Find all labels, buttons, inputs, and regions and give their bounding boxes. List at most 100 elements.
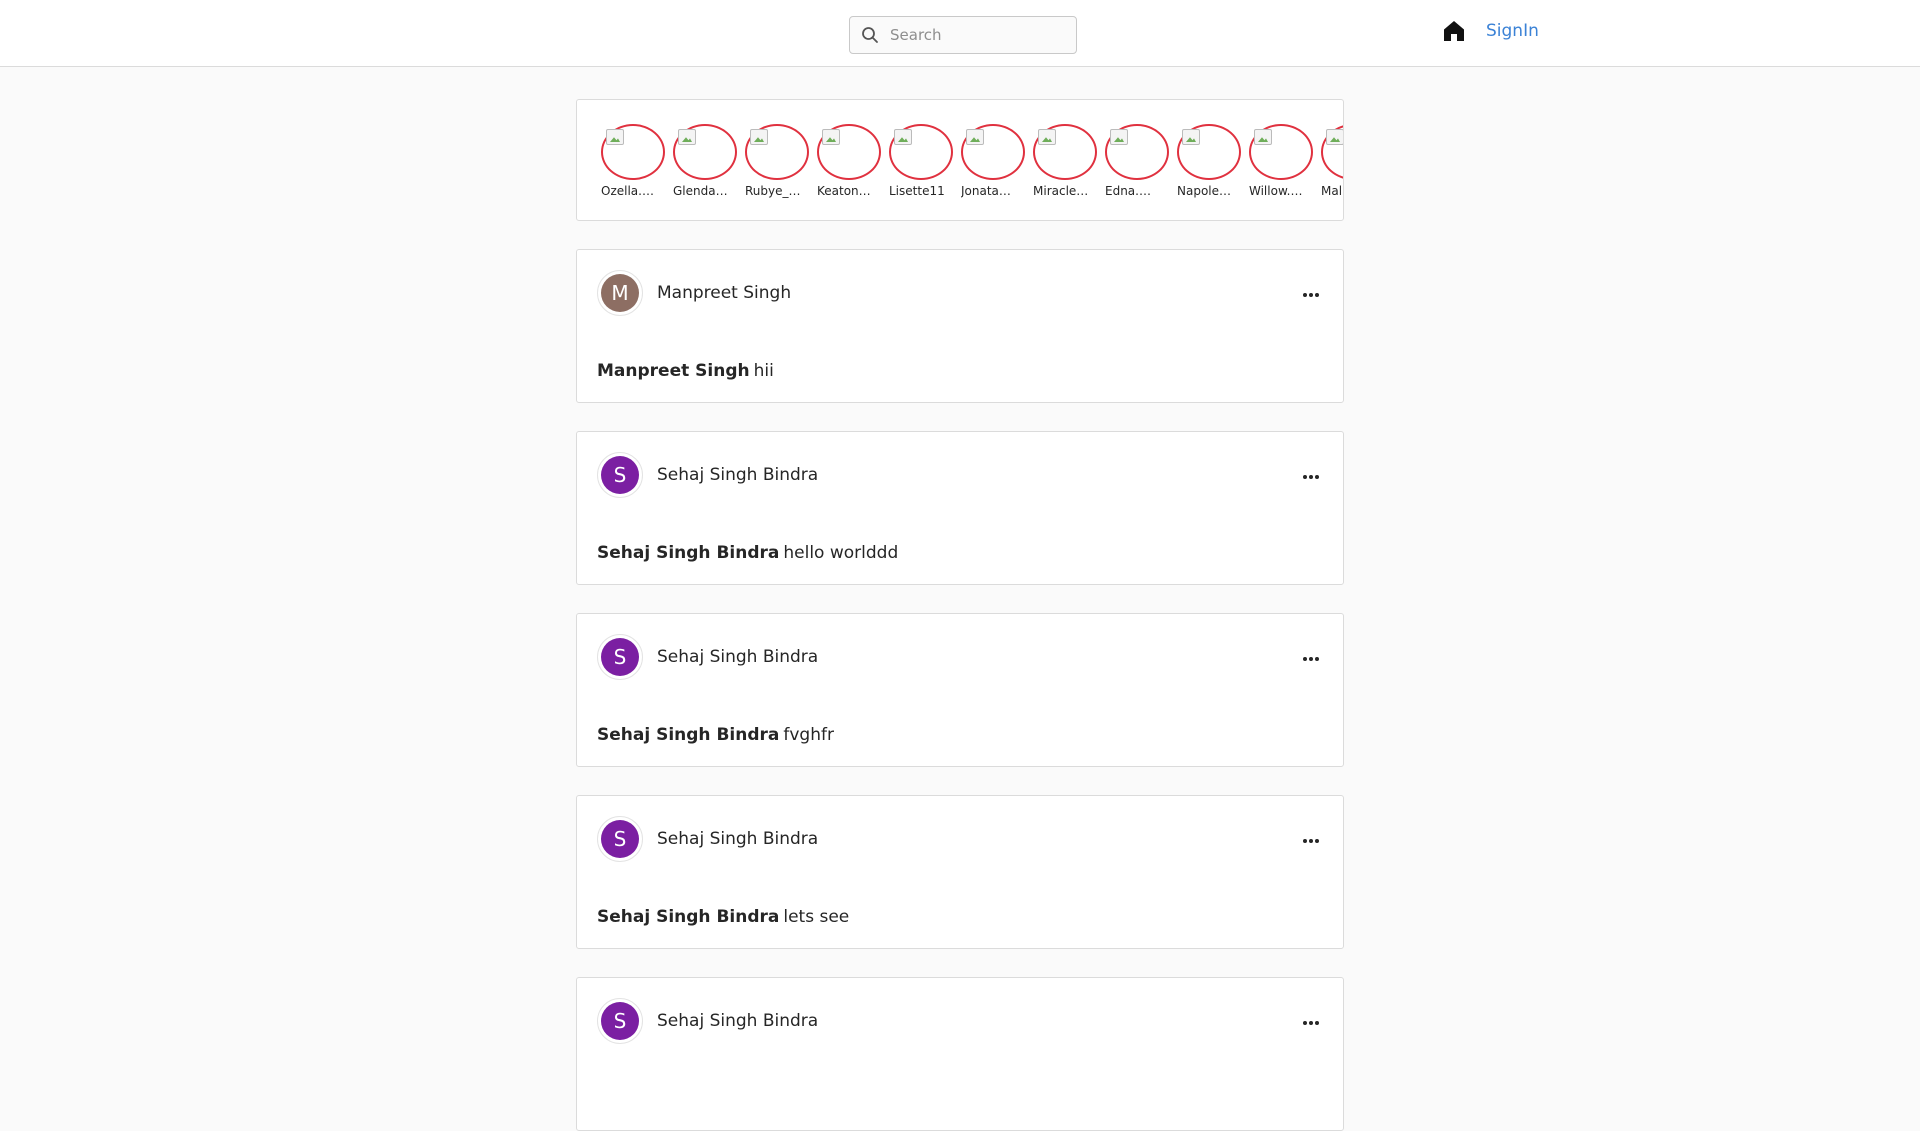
story-avatar [889, 124, 953, 180]
broken-image-icon [822, 129, 840, 145]
post-options-button[interactable] [1299, 828, 1323, 848]
caption-text: hii [753, 361, 774, 381]
story-username: Ozella.… [601, 184, 654, 198]
post-username[interactable]: Sehaj Singh Bindra [657, 647, 818, 667]
story-avatar [1105, 124, 1169, 180]
avatar-initial: S [601, 820, 639, 858]
avatar[interactable]: S [597, 452, 643, 498]
caption-username[interactable]: Sehaj Singh Bindra [597, 907, 779, 927]
story-avatar [1177, 124, 1241, 180]
more-horizontal-icon [1302, 829, 1320, 848]
signin-link[interactable]: SignIn [1486, 21, 1539, 41]
story-item[interactable]: Edna.… [1105, 124, 1169, 198]
post-options-button[interactable] [1299, 464, 1323, 484]
caption-text: fvghfr [783, 725, 834, 745]
avatar[interactable]: S [597, 998, 643, 1044]
story-item[interactable]: Lisette11 [889, 124, 953, 198]
story-username: Mal… [1321, 184, 1343, 198]
post-options-button[interactable] [1299, 646, 1323, 666]
story-username: Edna.… [1105, 184, 1151, 198]
post-card: S Sehaj Singh Bindra Sehaj Singh Bindra let… [576, 795, 1344, 949]
broken-image-icon [750, 129, 768, 145]
post-card: M Manpreet Singh Manpreet Singh hii [576, 249, 1344, 403]
avatar-initial: S [601, 1002, 639, 1040]
stories-track: Ozella.… Glenda… Rubye_… Keaton… Lisette11 Jo… [601, 124, 1343, 198]
avatar-initial: S [601, 456, 639, 494]
home-icon [1443, 20, 1465, 46]
top-nav: SignIn [0, 0, 1920, 67]
post-options-button[interactable] [1299, 1010, 1323, 1030]
post-caption: Sehaj Singh Bindra hello worlddd [597, 543, 898, 563]
broken-image-icon [1326, 129, 1343, 145]
story-username: Rubye_… [745, 184, 801, 198]
broken-image-icon [966, 129, 984, 145]
post-header: S Sehaj Singh Bindra [597, 452, 818, 498]
more-horizontal-icon [1302, 1011, 1320, 1030]
caption-text: hello worlddd [783, 543, 899, 563]
post-card: S Sehaj Singh Bindra Sehaj Singh Bindra hel… [576, 431, 1344, 585]
avatar[interactable]: S [597, 634, 643, 680]
post-card: S Sehaj Singh Bindra Sehaj Singh Bindra fvg… [576, 613, 1344, 767]
post-caption: Manpreet Singh hii [597, 361, 774, 381]
story-avatar [817, 124, 881, 180]
story-avatar [961, 124, 1025, 180]
avatar-initial: M [601, 274, 639, 312]
story-item[interactable]: Glenda… [673, 124, 737, 198]
story-username: Keaton… [817, 184, 871, 198]
story-item[interactable]: Jonata… [961, 124, 1025, 198]
story-item[interactable]: Napole… [1177, 124, 1241, 198]
broken-image-icon [678, 129, 696, 145]
story-avatar [1249, 124, 1313, 180]
story-username: Willow.… [1249, 184, 1303, 198]
caption-username[interactable]: Manpreet Singh [597, 361, 750, 381]
story-avatar [1033, 124, 1097, 180]
post-options-button[interactable] [1299, 282, 1323, 302]
post-username[interactable]: Sehaj Singh Bindra [657, 1011, 818, 1031]
post-username[interactable]: Manpreet Singh [657, 283, 791, 303]
caption-username[interactable]: Sehaj Singh Bindra [597, 543, 779, 563]
more-horizontal-icon [1302, 283, 1320, 302]
search-input[interactable] [890, 17, 1070, 53]
home-button[interactable] [1441, 20, 1467, 46]
story-username: Glenda… [673, 184, 728, 198]
post-header: S Sehaj Singh Bindra [597, 634, 818, 680]
more-horizontal-icon [1302, 465, 1320, 484]
search-icon [850, 17, 890, 53]
avatar[interactable]: M [597, 270, 643, 316]
broken-image-icon [894, 129, 912, 145]
story-avatar [1321, 124, 1343, 180]
post-header: S Sehaj Singh Bindra [597, 998, 818, 1044]
post-header: S Sehaj Singh Bindra [597, 816, 818, 862]
story-item[interactable]: Rubye_… [745, 124, 809, 198]
story-item[interactable]: Mal… [1321, 124, 1343, 198]
story-avatar [601, 124, 665, 180]
post-card: S Sehaj Singh Bindra [576, 977, 1344, 1131]
stories-bar: Ozella.… Glenda… Rubye_… Keaton… Lisette11 Jo… [576, 99, 1344, 221]
broken-image-icon [1110, 129, 1128, 145]
broken-image-icon [606, 129, 624, 145]
broken-image-icon [1254, 129, 1272, 145]
post-header: M Manpreet Singh [597, 270, 791, 316]
broken-image-icon [1038, 129, 1056, 145]
caption-username[interactable]: Sehaj Singh Bindra [597, 725, 779, 745]
broken-image-icon [1182, 129, 1200, 145]
story-username: Miracle… [1033, 184, 1089, 198]
story-username: Lisette11 [889, 184, 945, 198]
story-avatar [673, 124, 737, 180]
avatar[interactable]: S [597, 816, 643, 862]
search-box[interactable] [849, 16, 1077, 54]
caption-text: lets see [783, 907, 850, 927]
more-horizontal-icon [1302, 647, 1320, 666]
story-item[interactable]: Willow.… [1249, 124, 1313, 198]
story-item[interactable]: Ozella.… [601, 124, 665, 198]
story-item[interactable]: Miracle… [1033, 124, 1097, 198]
post-caption: Sehaj Singh Bindra fvghfr [597, 725, 834, 745]
story-avatar [745, 124, 809, 180]
story-username: Jonata… [961, 184, 1011, 198]
story-username: Napole… [1177, 184, 1232, 198]
post-caption: Sehaj Singh Bindra lets see [597, 907, 849, 927]
post-username[interactable]: Sehaj Singh Bindra [657, 465, 818, 485]
story-item[interactable]: Keaton… [817, 124, 881, 198]
avatar-initial: S [601, 638, 639, 676]
post-username[interactable]: Sehaj Singh Bindra [657, 829, 818, 849]
